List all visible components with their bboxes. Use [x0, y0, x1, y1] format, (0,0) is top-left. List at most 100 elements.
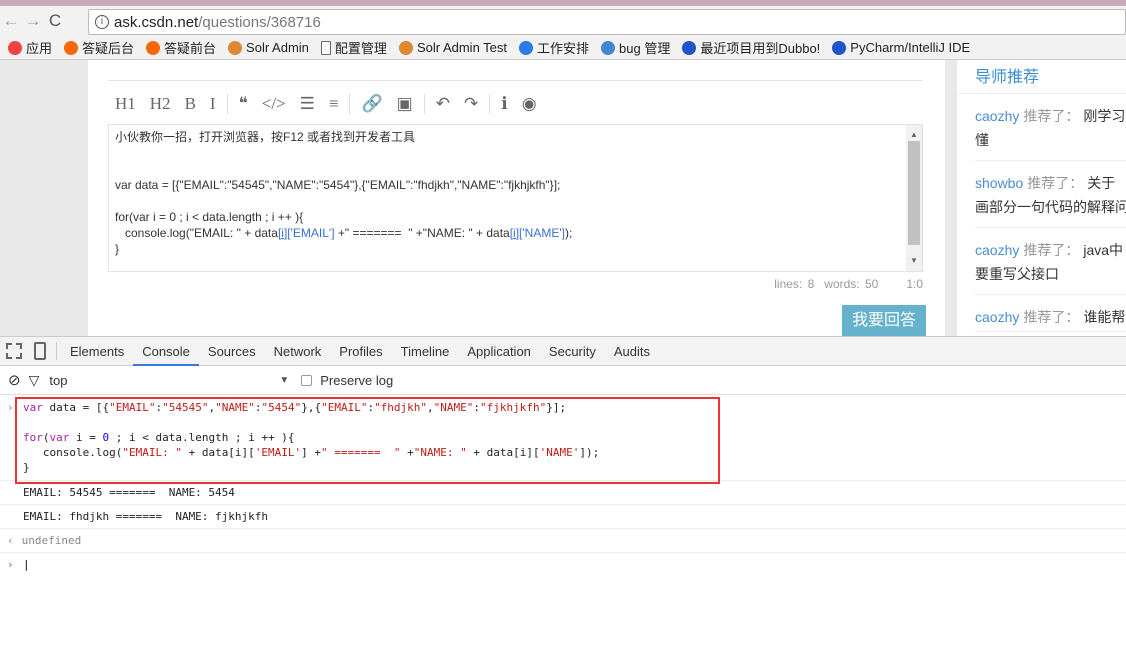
console-panel: › var data = [{"EMAIL":"54545","NAME":"5…	[0, 395, 1126, 576]
italic-icon[interactable]: I	[203, 93, 223, 115]
forward-icon[interactable]: →	[22, 11, 44, 31]
bookmark-item[interactable]: 答疑后台	[64, 38, 134, 57]
web-page: H1 H2 B I ❝ </> ☰ ≡ 🔗 ▣ ↶ ↷ ℹ ◉ 小伙教你一招，打开浏览器，按F12 或者找…	[0, 60, 1126, 336]
tab-timeline[interactable]: Timeline	[392, 337, 459, 366]
recommendation-title[interactable]: 谁能帮	[1083, 309, 1125, 325]
recommendation-title[interactable]: 关于	[1087, 175, 1115, 191]
editor-stats: lines: 8 words: 50 1:0	[764, 277, 923, 291]
url-host: ask.csdn.net	[114, 13, 199, 31]
address-bar[interactable]: i ask.csdn.net/questions/368716	[88, 9, 1126, 35]
scroll-down-icon[interactable]: ▼	[910, 253, 918, 269]
bookmark-label: Solr Admin	[246, 40, 309, 55]
back-icon[interactable]: ←	[0, 11, 22, 31]
recommendation-title-cont[interactable]: 懂	[975, 128, 1126, 152]
tab-elements[interactable]: Elements	[61, 337, 133, 366]
devtools-tabbar: Elements Console Sources Network Profiles Tim…	[0, 336, 1126, 366]
solr-icon	[228, 40, 243, 55]
bookmark-item[interactable]: 最近项目用到Dubbo!	[682, 38, 820, 57]
link-icon[interactable]: 🔗	[354, 93, 389, 115]
info-icon[interactable]: i	[95, 15, 109, 29]
clear-console-icon[interactable]: ⊘	[8, 371, 21, 389]
return-arrow-icon: ‹	[7, 534, 14, 547]
chevron-down-icon[interactable]: ▼	[279, 375, 289, 386]
context-select[interactable]: top	[49, 373, 279, 388]
recommend-verb: 推荐了：	[1027, 175, 1084, 191]
bullet-list-icon[interactable]: ☰	[293, 93, 322, 115]
device-mode-icon[interactable]	[34, 342, 46, 360]
editor-toolbar: H1 H2 B I ❝ </> ☰ ≡ 🔗 ▣ ↶ ↷ ℹ ◉	[108, 80, 923, 115]
help-icon[interactable]: ℹ	[494, 93, 514, 115]
editor-line: for(var i = 0 ; i < data.length ; i ++ )…	[115, 209, 916, 225]
answer-textarea[interactable]: 小伙教你一招，打开浏览器，按F12 或者找到开发者工具 var data = [{…	[108, 124, 923, 272]
console-prompt-input[interactable]: › |	[0, 552, 1126, 576]
tab-sources[interactable]: Sources	[199, 337, 265, 366]
preview-icon[interactable]: ◉	[515, 93, 544, 115]
recommender-link[interactable]: caozhy	[975, 309, 1019, 325]
bookmark-item[interactable]: Solr Admin	[228, 40, 309, 55]
lines-count: lines: 8	[774, 277, 815, 291]
numbered-list-icon[interactable]: ≡	[322, 93, 346, 115]
recommendation-title[interactable]: 刚学习	[1083, 108, 1125, 124]
undo-icon[interactable]: ↶	[429, 93, 457, 115]
bookmark-item[interactable]: PyCharm/IntelliJ IDE	[832, 40, 970, 55]
code-token: ['NAME']	[519, 226, 565, 240]
tab-audits[interactable]: Audits	[605, 337, 659, 366]
preserve-log-checkbox[interactable]	[301, 374, 313, 386]
recommendation-title-cont[interactable]: 要重写父接口	[975, 262, 1126, 286]
submit-answer-button[interactable]: 我要回答	[842, 305, 926, 336]
reload-icon[interactable]: C	[44, 11, 66, 31]
tab-application[interactable]: Application	[458, 337, 540, 366]
recommendation-title[interactable]: java中	[1083, 242, 1123, 258]
bookmark-item[interactable]: 工作安排	[519, 38, 589, 57]
recommendation-title-cont[interactable]: 画部分一句代码的解释问	[975, 195, 1126, 219]
editor-scrollbar[interactable]: ▲ ▼	[906, 125, 922, 271]
recommendation-item[interactable]: caozhy 推荐了： 谁能帮	[975, 295, 1126, 332]
redo-icon[interactable]: ↷	[457, 93, 485, 115]
code-icon[interactable]: </>	[255, 93, 293, 115]
bookmark-item[interactable]: 配置管理	[320, 38, 387, 57]
code-token: +" ======= " +"NAME: " + data	[334, 226, 510, 240]
recommendation-item[interactable]: showbo 推荐了： 关于画部分一句代码的解释问	[975, 161, 1126, 228]
bold-icon[interactable]: B	[178, 93, 203, 115]
drop-icon	[519, 40, 534, 55]
bookmark-label: Solr Admin Test	[416, 40, 508, 55]
recommender-link[interactable]: showbo	[975, 175, 1023, 191]
heading2-icon[interactable]: H2	[143, 93, 178, 115]
console-command: › var data = [{"EMAIL":"54545","NAME":"5…	[0, 395, 1126, 484]
toolbar-separator	[226, 94, 228, 114]
toolbar-separator	[489, 94, 491, 114]
nav-bar: ← → C i ask.csdn.net/questions/368716	[0, 6, 1126, 36]
recommend-sidebar: 导师推荐 caozhy 推荐了： 刚学习懂 showbo 推荐了： 关于 画部分一句代码的解…	[957, 60, 1126, 336]
recommender-link[interactable]: caozhy	[975, 108, 1019, 124]
cursor-position: 1:0	[906, 277, 923, 291]
toolbar-separator	[423, 94, 425, 114]
tab-console[interactable]: Console	[133, 337, 199, 366]
bookmark-item[interactable]: bug 管理	[601, 38, 670, 57]
recommender-link[interactable]: caozhy	[975, 242, 1019, 258]
code-token: 小伙教你一招，打开浏览器，按F12 或者找到开发者工具	[115, 130, 416, 144]
inspect-element-icon[interactable]	[6, 343, 22, 359]
recommendation-item[interactable]: caozhy 推荐了： java中 要重写父接口	[975, 228, 1126, 295]
bookmark-label: 工作安排	[537, 41, 590, 56]
tab-network[interactable]: Network	[265, 337, 331, 366]
bookmark-item[interactable]: Solr Admin Test	[398, 40, 508, 55]
tab-security[interactable]: Security	[540, 337, 605, 366]
image-icon[interactable]: ▣	[390, 93, 420, 115]
bookmark-item[interactable]: 答疑前台	[146, 38, 216, 57]
heading1-icon[interactable]: H1	[108, 93, 143, 115]
code-token: }	[115, 242, 120, 256]
globe-icon	[601, 40, 616, 55]
site-icon	[832, 40, 847, 55]
bookmarks-bar: 应用 答疑后台 答疑前台 Solr Admin 配置管理 Solr Admin Test 工…	[0, 36, 1126, 60]
recommendation-item[interactable]: caozhy 推荐了： 刚学习懂	[975, 94, 1126, 161]
recommend-verb: 推荐了：	[1023, 108, 1080, 124]
quote-icon[interactable]: ❝	[232, 93, 255, 115]
console-output-line: EMAIL: fhdjkh ======= NAME: fjkhjkfh	[0, 504, 1126, 528]
code-token: [i]	[277, 226, 288, 240]
editor-line: 小伙教你一招，打开浏览器，按F12 或者找到开发者工具	[115, 129, 916, 145]
filter-icon[interactable]: ▽	[29, 372, 40, 389]
bookmark-item[interactable]: 应用	[8, 38, 52, 57]
tab-profiles[interactable]: Profiles	[330, 337, 391, 366]
bookmark-label: 配置管理	[334, 41, 387, 56]
